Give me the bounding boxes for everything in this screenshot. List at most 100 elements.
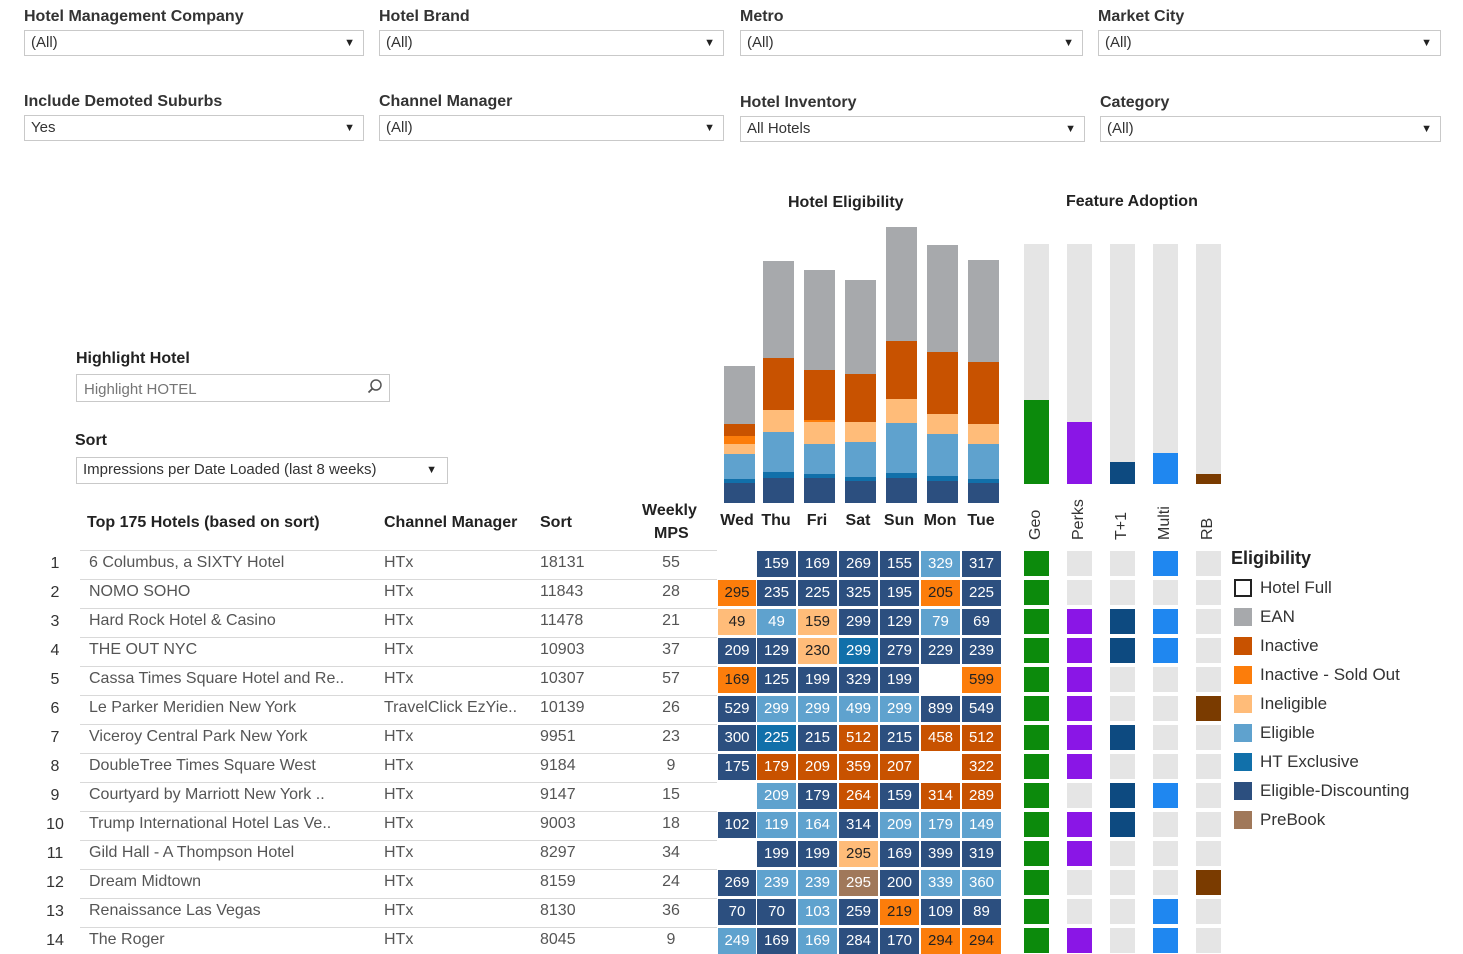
feature-cell-rb: [1196, 609, 1221, 634]
legend-label: Eligible: [1260, 723, 1315, 742]
rate-cell-sat: 512: [839, 725, 878, 751]
hotel-name[interactable]: Cassa Times Square Hotel and Re..: [89, 670, 344, 688]
feature-cell-rb: [1196, 754, 1221, 779]
category-dropdown[interactable]: (All) ▼: [1100, 116, 1441, 142]
weekly-mps: 9: [666, 757, 676, 774]
channel-manager-dropdown[interactable]: (All) ▼: [379, 115, 724, 141]
hotel-brand-dropdown[interactable]: (All) ▼: [379, 30, 724, 56]
rate-cell-wed: 529: [718, 696, 756, 722]
dropdown-value: All Hotels: [747, 120, 811, 137]
rate-cell-fri: 215: [798, 725, 837, 751]
feature-cell-rb: [1196, 812, 1221, 837]
rate-cell-mon: 229: [921, 638, 960, 664]
feature-cell-t1: [1110, 551, 1135, 576]
row-number: 4: [50, 642, 60, 659]
legend-label: EAN: [1260, 607, 1295, 626]
bar-segment-thu-eligible: [763, 432, 794, 472]
sort-value: 9003: [540, 815, 576, 832]
legend-label: HT Exclusive: [1260, 752, 1359, 771]
filter-market-city: Market City (All) ▼: [1098, 8, 1441, 56]
bar-segment-sun-ineligible: [886, 399, 917, 423]
feature-cell-multi: [1153, 551, 1178, 576]
weekly-mps: 37: [662, 641, 680, 658]
row-divider: [80, 782, 717, 783]
hotel-name[interactable]: Renaissance Las Vegas: [89, 902, 261, 920]
channel-manager: HTx: [384, 931, 414, 948]
rate-cell-fri: 103: [798, 899, 837, 925]
sort-value: 11478: [540, 612, 584, 629]
feature-cell-multi: [1153, 638, 1178, 663]
hotel-name[interactable]: THE OUT NYC: [89, 641, 197, 659]
sort-value: 11843: [540, 583, 584, 600]
chevron-down-icon: ▼: [426, 464, 437, 476]
hotel-name[interactable]: Trump International Hotel Las Ve..: [89, 815, 331, 833]
hotel-name[interactable]: Courtyard by Marriott New York ..: [89, 786, 325, 804]
rate-cell-sun: 195: [880, 580, 919, 606]
weekly-mps: 23: [662, 728, 680, 745]
rate-cell-tue: 69: [962, 609, 1001, 635]
sort-value: 9147: [540, 786, 576, 803]
hotel-eligibility-chart: [724, 227, 999, 503]
chevron-down-icon: ▼: [344, 37, 355, 49]
weekly-mps: 24: [662, 873, 680, 890]
bar-segment-wed-inactive-sold-out: [724, 436, 755, 444]
hotel-name[interactable]: Dream Midtown: [89, 873, 201, 891]
rate-cell-sun: 207: [880, 754, 919, 780]
row-divider: [80, 666, 717, 667]
weekly-mps: 21: [662, 612, 680, 629]
hotel-name[interactable]: Gild Hall - A Thompson Hotel: [89, 844, 294, 862]
hotel-name[interactable]: DoubleTree Times Square West: [89, 757, 316, 775]
feature-label-multi: Multi: [1156, 506, 1173, 540]
rate-cell-sun: 169: [880, 841, 919, 867]
feature-cell-multi: [1153, 725, 1178, 750]
channel-manager: HTx: [384, 670, 414, 687]
weekly-mps: 55: [662, 554, 680, 571]
rate-cell-thu: 179: [757, 754, 796, 780]
feature-cell-t1: [1110, 754, 1135, 779]
hotel-name[interactable]: Hard Rock Hotel & Casino: [89, 612, 276, 630]
feature-cell-geo: [1024, 580, 1049, 605]
channel-manager: HTx: [384, 554, 414, 571]
hotel-eligibility-title: Hotel Eligibility: [788, 194, 904, 211]
filter-label: Category: [1100, 94, 1170, 111]
filter-hotel-management-company: Hotel Management Company (All) ▼: [24, 8, 364, 56]
rate-cell-thu: 159: [757, 551, 796, 577]
feature-cell-t1: [1110, 580, 1135, 605]
rate-cell-sun: 279: [880, 638, 919, 664]
hotel-name[interactable]: NOMO SOHO: [89, 583, 190, 601]
rate-cell-mon: 79: [921, 609, 960, 635]
bar-segment-mon-eligible-discounting: [927, 481, 958, 503]
include-demoted-suburbs-dropdown[interactable]: Yes ▼: [24, 115, 364, 141]
chevron-down-icon: ▼: [1421, 37, 1432, 49]
hotel-name[interactable]: Le Parker Meridien New York: [89, 699, 296, 717]
dropdown-value: (All): [386, 119, 413, 136]
row-number: 1: [50, 555, 60, 572]
search-icon[interactable]: [367, 378, 383, 399]
row-number: 8: [50, 758, 60, 775]
sort-value: 8297: [540, 844, 576, 861]
rate-cell-thu: 209: [757, 783, 796, 809]
sort-dropdown[interactable]: Impressions per Date Loaded (last 8 week…: [76, 457, 448, 484]
highlight-hotel-input-box[interactable]: [76, 374, 390, 402]
hotel-name[interactable]: Viceroy Central Park New York: [89, 728, 307, 746]
rate-cell-wed: 269: [718, 870, 756, 896]
market-city-dropdown[interactable]: (All) ▼: [1098, 30, 1441, 56]
filter-label: Channel Manager: [379, 93, 513, 110]
rate-cell-sun: 215: [880, 725, 919, 751]
legend-swatch: [1234, 666, 1252, 684]
weekly-mps: 18: [662, 815, 680, 832]
hotel-management-company-dropdown[interactable]: (All) ▼: [24, 30, 364, 56]
metro-dropdown[interactable]: (All) ▼: [740, 30, 1083, 56]
highlight-hotel-input[interactable]: [82, 376, 356, 402]
hotel-inventory-dropdown[interactable]: All Hotels ▼: [740, 116, 1085, 142]
legend-label: Inactive: [1260, 636, 1319, 655]
dropdown-value: Yes: [31, 119, 56, 136]
header-sort: Sort: [540, 514, 572, 531]
hotel-name[interactable]: The Roger: [89, 931, 165, 949]
header-mps: MPS: [654, 525, 689, 542]
feature-cell-geo: [1024, 638, 1049, 663]
hotel-name[interactable]: 6 Columbus, a SIXTY Hotel: [89, 554, 284, 572]
rate-cell-thu: 235: [757, 580, 796, 606]
feature-cell-geo: [1024, 899, 1049, 924]
rate-cell-sun: 199: [880, 667, 919, 693]
